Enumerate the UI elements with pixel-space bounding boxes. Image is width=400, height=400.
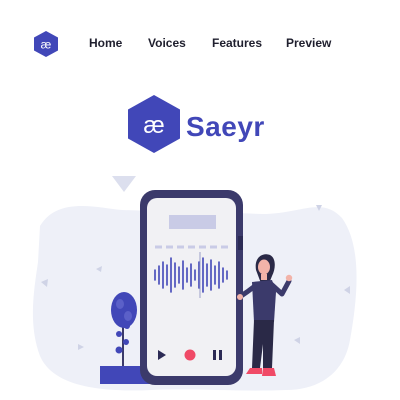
screen-title-bar [169,215,216,229]
hero-illustration [32,176,357,391]
record-icon [184,349,196,361]
phone-side-button [238,236,243,250]
triangle-shape [112,176,136,192]
pause-icon [213,350,216,360]
tree-crown [111,292,137,328]
